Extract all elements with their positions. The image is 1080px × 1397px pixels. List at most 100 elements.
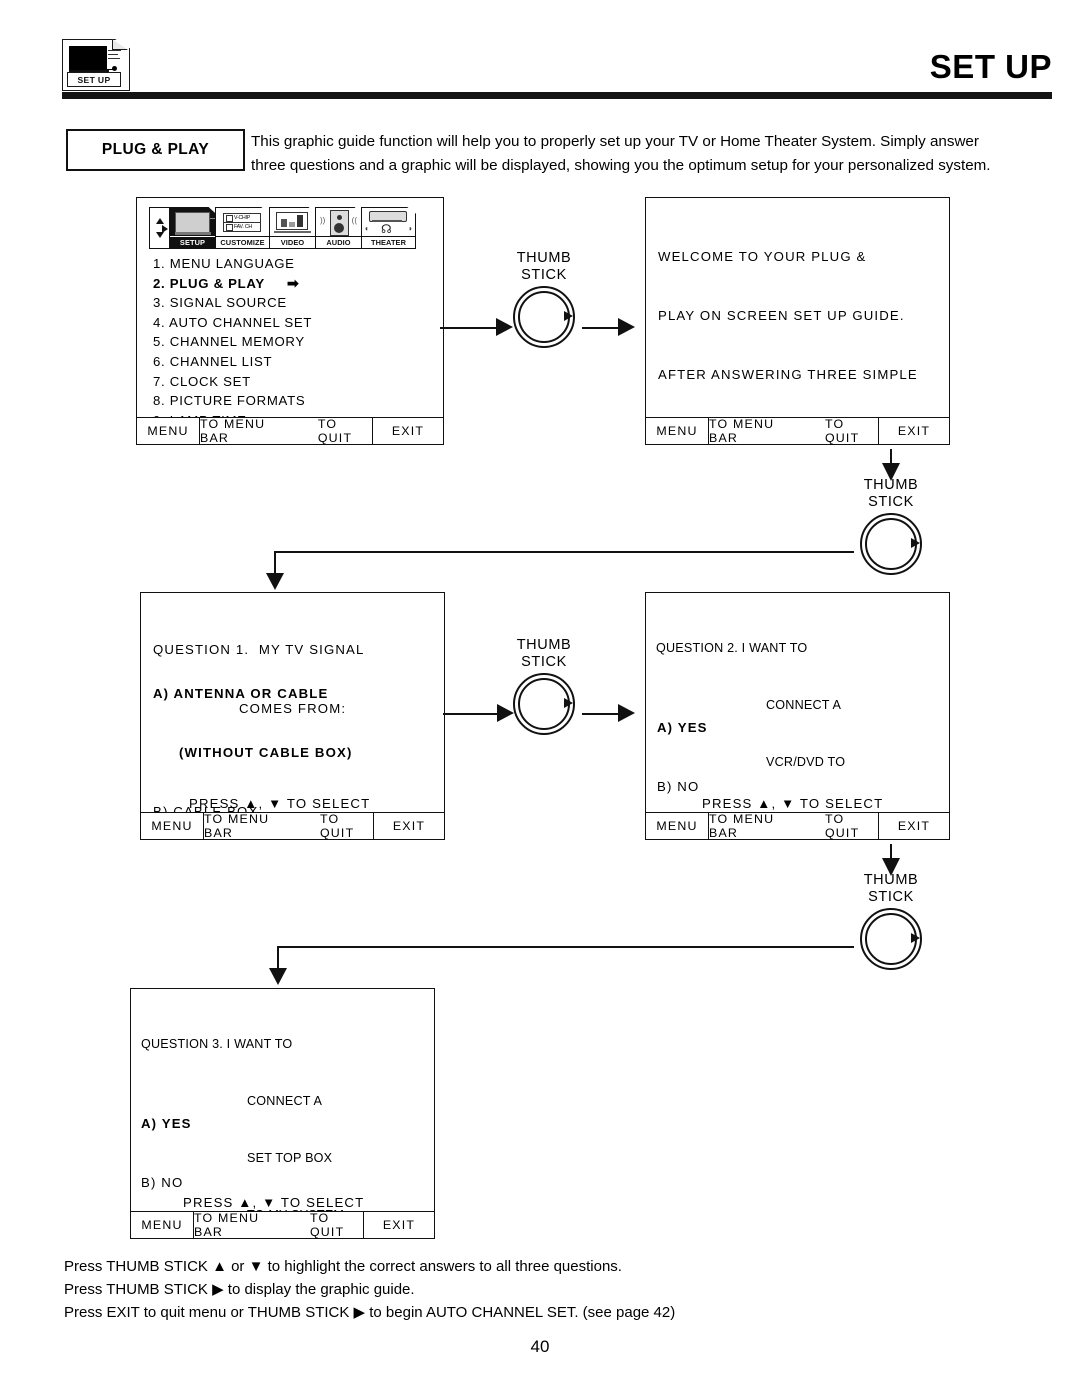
footer-to-menu-bar: TO MENU BAR	[204, 812, 270, 840]
footer-middle: TO MENU BAR TO QUIT	[200, 417, 373, 445]
welcome-text: WELCOME TO YOUR PLUG & PLAY ON SCREEN SE…	[658, 208, 922, 418]
setup-menu-item-3[interactable]: 3. SIGNAL SOURCE	[153, 293, 312, 313]
footer-menu-key[interactable]: MENU	[131, 1212, 194, 1238]
menu-tab-video-label: VIDEO	[270, 236, 315, 248]
thumb-stick-3-ring	[513, 673, 575, 735]
question-2-option-a[interactable]: A) YES	[657, 718, 708, 738]
flow-arrow-2-into-q1	[266, 573, 284, 590]
thumb-stick-2-right-arrow-icon	[911, 538, 920, 548]
tv-setup-icon: SET UP	[62, 39, 130, 91]
flow-line-4a	[277, 946, 854, 948]
setup-menu-item-8[interactable]: 8. PICTURE FORMATS	[153, 391, 312, 411]
welcome-line-1: WELCOME TO YOUR PLUG &	[658, 249, 867, 265]
footer-to-menu-bar: TO MENU BAR	[200, 417, 266, 445]
setup-menu-item-4[interactable]: 4. AUTO CHANNEL SET	[153, 313, 312, 333]
setup-menu-item-6-num: 6.	[153, 353, 166, 369]
question-3-hints: PRESS ▲, ▼ TO SELECT PRESS ▶ TO ENTER	[183, 1154, 364, 1212]
welcome-line-2: PLAY ON SCREEN SET UP GUIDE.	[658, 307, 905, 323]
intro-line-2: three questions and a graphic will be di…	[251, 157, 991, 174]
menu-tab-theater[interactable]: ◖ ◗ ☊ THEATER	[361, 207, 416, 249]
menu-tab-video[interactable]: VIDEO	[269, 207, 316, 249]
setup-menu-item-1-label: MENU LANGUAGE	[169, 256, 295, 271]
footer-menu-key[interactable]: MENU	[137, 418, 200, 444]
setup-menu-item-4-num: 4.	[153, 314, 166, 330]
flow-line-3a	[443, 713, 503, 715]
menu-tab-customize-label: CUSTOMIZE	[216, 236, 269, 248]
footer-to-quit: TO QUIT	[309, 1211, 345, 1239]
osd-welcome: WELCOME TO YOUR PLUG & PLAY ON SCREEN SE…	[645, 197, 950, 445]
question-1-hint-select: PRESS ▲, ▼ TO SELECT	[189, 796, 371, 812]
page-root: SET UP SET UP PLUG & PLAY This graphic g…	[0, 0, 1080, 1397]
thumb-stick-4-right-arrow-icon	[911, 933, 920, 943]
menu-bar-dpad-icon	[149, 207, 170, 249]
setup-menu-item-2[interactable]: 2. PLUG & PLAY ➡	[153, 274, 312, 294]
osd-question-1-footer: MENU TO MENU BAR TO QUIT EXIT	[141, 812, 444, 840]
setup-tab-icon	[170, 208, 216, 236]
footer-exit-key[interactable]: EXIT	[879, 813, 949, 839]
question-3-hint-select: PRESS ▲, ▼ TO SELECT	[183, 1195, 365, 1211]
icon-caption: SET UP	[67, 72, 121, 87]
thumb-stick-1[interactable]: THUMB STICK	[500, 250, 588, 348]
setup-menu-item-3-label: SIGNAL SOURCE	[169, 295, 287, 311]
menu-tab-setup-label: SETUP	[170, 236, 215, 248]
osd-question-3: QUESTION 3. I WANT TO CONNECT A SET TOP …	[130, 988, 435, 1239]
footer-menu-key[interactable]: MENU	[141, 813, 204, 839]
question-2-prompt-line-1: QUESTION 2. I WANT TO	[656, 641, 808, 655]
thumb-stick-2-label: THUMB STICK	[863, 477, 919, 510]
question-1-option-a[interactable]: A) ANTENNA OR CABLE	[153, 684, 353, 704]
instruction-line-1: Press THUMB STICK ▲ or ▼ to highlight th…	[64, 1258, 622, 1275]
audio-tab-icon: )) ((	[316, 208, 361, 236]
footer-to-menu-bar: TO MENU BAR	[709, 812, 775, 840]
menu-tab-audio-label: AUDIO	[316, 236, 361, 248]
icon-corner-fold	[112, 39, 128, 50]
setup-menu-item-7-num: 7.	[153, 373, 166, 389]
footer-menu-key[interactable]: MENU	[646, 813, 709, 839]
intro-paragraph: This graphic guide function will help yo…	[251, 130, 1046, 178]
menu-tab-customize[interactable]: V-CHIP FAV. CH CUSTOMIZE	[215, 207, 270, 249]
footer-exit-key[interactable]: EXIT	[879, 418, 949, 444]
question-2-hints: PRESS ▲, ▼ TO SELECT PRESS ▶ TO ENTER	[702, 755, 883, 813]
setup-menu-item-7[interactable]: 7. CLOCK SET	[153, 372, 312, 392]
osd-question-2-body: QUESTION 2. I WANT TO CONNECT A VCR/DVD …	[646, 593, 949, 813]
osd-question-1: QUESTION 1. MY TV SIGNAL COMES FROM: A) …	[140, 592, 445, 840]
menu-tab-setup[interactable]: SETUP	[169, 207, 216, 249]
favch-label: FAV. CH	[234, 224, 252, 230]
osd-question-3-body: QUESTION 3. I WANT TO CONNECT A SET TOP …	[131, 989, 434, 1212]
thumb-stick-4[interactable]: THUMB STICK	[847, 872, 935, 970]
footer-middle: TO MENU BAR TO QUIT	[709, 417, 879, 445]
setup-menu-list: 1. MENU LANGUAGE 2. PLUG & PLAY ➡ 3. SIGN…	[153, 254, 312, 418]
thumb-stick-4-label: THUMB STICK	[863, 872, 919, 905]
osd-question-2-footer: MENU TO MENU BAR TO QUIT EXIT	[646, 812, 949, 840]
footer-menu-key[interactable]: MENU	[646, 418, 709, 444]
footer-exit-key[interactable]: EXIT	[374, 813, 444, 839]
setup-menu-item-2-label: PLUG & PLAY	[169, 275, 265, 291]
setup-menu-item-5[interactable]: 5. CHANNEL MEMORY	[153, 332, 312, 352]
footer-to-quit: TO QUIT	[317, 417, 353, 445]
flow-line-1a	[440, 327, 502, 329]
setup-menu-item-1[interactable]: 1. MENU LANGUAGE	[153, 254, 312, 274]
footer-exit-key[interactable]: EXIT	[373, 418, 443, 444]
thumb-stick-3-right-arrow-icon	[564, 698, 573, 708]
setup-menu-item-4-label: AUTO CHANNEL SET	[169, 314, 313, 330]
osd-question-3-footer: MENU TO MENU BAR TO QUIT EXIT	[131, 1211, 434, 1239]
question-2-options: A) YES B) NO	[657, 679, 708, 813]
thumb-stick-1-right-arrow-icon	[564, 311, 573, 321]
osd-welcome-footer: MENU TO MENU BAR TO QUIT EXIT	[646, 417, 949, 445]
menu-tab-audio[interactable]: )) (( AUDIO	[315, 207, 362, 249]
question-2-option-b[interactable]: B) NO	[657, 777, 708, 797]
page-title: SET UP	[929, 48, 1052, 85]
thumb-stick-4-ring	[860, 908, 922, 970]
osd-setup-menu: SETUP V-CHIP FAV. CH CUSTOMIZE VIDEO)) …	[136, 197, 444, 445]
question-3-option-a[interactable]: A) YES	[141, 1114, 192, 1134]
setup-menu-item-6-label: CHANNEL LIST	[169, 353, 273, 369]
thumb-stick-2[interactable]: THUMB STICK	[847, 477, 935, 575]
footer-exit-key[interactable]: EXIT	[364, 1212, 434, 1238]
icon-signal-lines	[108, 50, 122, 62]
arrow-up-icon	[156, 218, 164, 224]
osd-menu-bar: SETUP V-CHIP FAV. CH CUSTOMIZE VIDEO)) …	[149, 205, 416, 249]
customize-tab-icon: V-CHIP FAV. CH	[216, 208, 269, 236]
thumb-stick-3[interactable]: THUMB STICK	[500, 637, 588, 735]
setup-menu-item-2-num: 2.	[153, 275, 166, 291]
setup-menu-item-6[interactable]: 6. CHANNEL LIST	[153, 352, 312, 372]
question-1-hints: PRESS ▲, ▼ TO SELECT PRESS ▶ TO ENTER	[189, 755, 370, 813]
